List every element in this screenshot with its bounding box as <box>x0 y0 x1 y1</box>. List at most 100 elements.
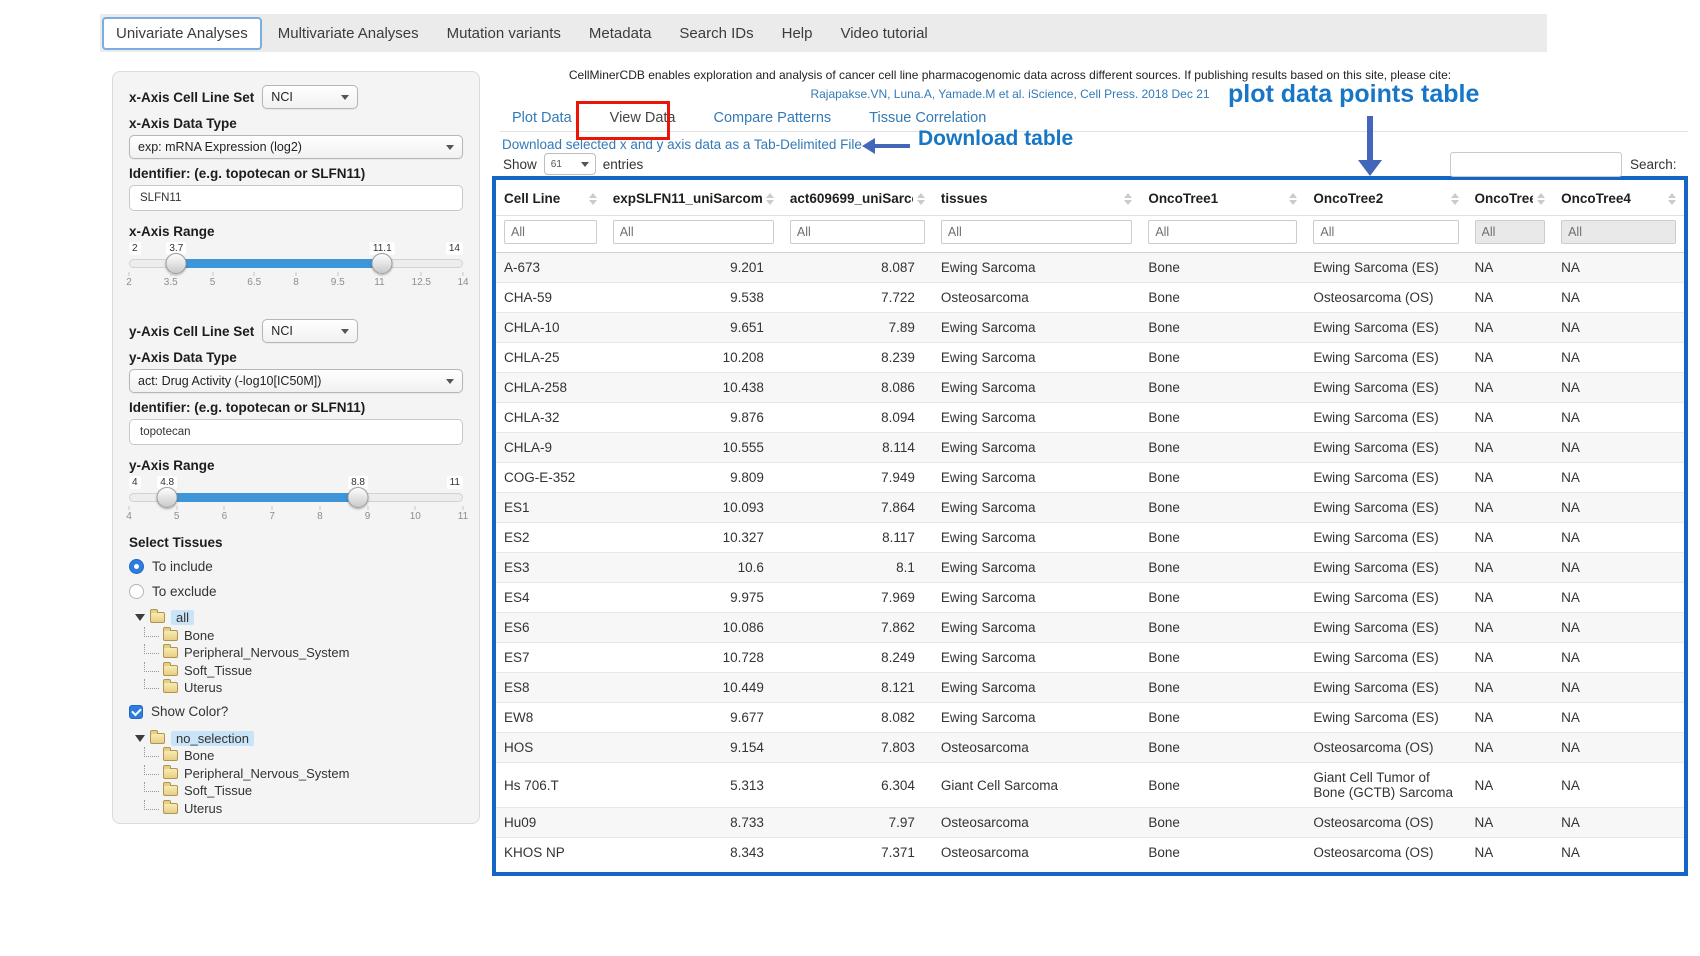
entries-count-select[interactable]: 61 <box>544 153 596 175</box>
subtab-plot-data[interactable]: Plot Data <box>512 110 572 126</box>
table-row[interactable]: CHLA-329.8768.094Ewing SarcomaBoneEwing … <box>496 403 1684 433</box>
table-cell: NA <box>1553 763 1684 808</box>
subtab-tissue-correlation[interactable]: Tissue Correlation <box>869 110 986 126</box>
column-header-oncotree3[interactable]: OncoTree3 <box>1467 180 1554 216</box>
table-cell: Osteosarcoma <box>933 838 1140 868</box>
table-row[interactable]: HOS9.1547.803OsteosarcomaBoneOsteosarcom… <box>496 733 1684 763</box>
table-row[interactable]: ES210.3278.117Ewing SarcomaBoneEwing Sar… <box>496 523 1684 553</box>
tissue-tree-node-uterus[interactable]: Uterus <box>135 679 463 697</box>
sort-icon[interactable] <box>917 193 925 205</box>
table-row[interactable]: Hu098.7337.97OsteosarcomaBoneOsteosarcom… <box>496 808 1684 838</box>
sort-icon[interactable] <box>1124 193 1132 205</box>
table-row[interactable]: EW89.6778.082Ewing SarcomaBoneEwing Sarc… <box>496 703 1684 733</box>
sort-icon[interactable] <box>589 193 597 205</box>
tab-search-ids[interactable]: Search IDs <box>665 17 767 50</box>
column-filter-act609699-unisarcoma[interactable] <box>790 220 925 244</box>
sort-icon[interactable] <box>1289 193 1297 205</box>
slider-handle-from[interactable] <box>157 487 178 508</box>
tree-expander-icon[interactable] <box>135 614 145 621</box>
tab-help[interactable]: Help <box>768 17 827 50</box>
tissue-tree-root-node[interactable]: all <box>135 609 463 627</box>
entries-label: entries <box>603 157 644 172</box>
tab-mutation-variants[interactable]: Mutation variants <box>433 17 575 50</box>
table-row[interactable]: ES110.0937.864Ewing SarcomaBoneEwing Sar… <box>496 493 1684 523</box>
column-header-oncotree4[interactable]: OncoTree4 <box>1553 180 1684 216</box>
column-filter-cell-line[interactable] <box>504 220 597 244</box>
radio-to-exclude[interactable]: To exclude <box>129 581 463 601</box>
tissue-tree-node-peripheral-nervous-system[interactable]: Peripheral_Nervous_System <box>135 644 463 662</box>
table-cell: Ewing Sarcoma <box>933 523 1140 553</box>
table-cell: 9.154 <box>605 733 782 763</box>
table-row[interactable]: ES49.9757.969Ewing SarcomaBoneEwing Sarc… <box>496 583 1684 613</box>
view-data-red-box-annotation <box>576 101 670 140</box>
tab-metadata[interactable]: Metadata <box>575 17 666 50</box>
sort-icon[interactable] <box>1537 193 1545 205</box>
show-color-row[interactable]: Show Color? <box>129 702 463 722</box>
table-row[interactable]: CHLA-2510.2088.239Ewing SarcomaBoneEwing… <box>496 343 1684 373</box>
tab-multivariate-analyses[interactable]: Multivariate Analyses <box>264 17 433 50</box>
column-filter-oncotree1[interactable] <box>1148 220 1297 244</box>
tab-univariate-analyses[interactable]: Univariate Analyses <box>102 17 262 50</box>
sort-icon[interactable] <box>766 193 774 205</box>
column-header-expslfn11-unisarcoma[interactable]: expSLFN11_uniSarcoma <box>605 180 782 216</box>
table-row[interactable]: ES810.4498.121Ewing SarcomaBoneEwing Sar… <box>496 673 1684 703</box>
column-header-tissues[interactable]: tissues <box>933 180 1140 216</box>
tissue-tree-node-soft-tissue[interactable]: Soft_Tissue <box>135 662 463 680</box>
x-range-slider[interactable]: 23.711.11423.556.589.51112.514 <box>129 242 463 288</box>
slider-handle-to[interactable] <box>372 253 393 274</box>
tree-expander-icon[interactable] <box>135 735 145 742</box>
tree-node-label: Bone <box>184 748 214 763</box>
slider-tick <box>463 506 464 510</box>
column-header-act609699-unisarcoma[interactable]: act609699_uniSarcoma <box>782 180 933 216</box>
column-header-cell-line[interactable]: Cell Line <box>496 180 605 216</box>
table-row[interactable]: Hs 706.T5.3136.304Giant Cell SarcomaBone… <box>496 763 1684 808</box>
table-row[interactable]: KHOS NP8.3437.371OsteosarcomaBoneOsteosa… <box>496 838 1684 868</box>
radio-to-include[interactable]: To include <box>129 556 463 576</box>
radio-icon[interactable] <box>129 584 144 599</box>
color-tree-root-node[interactable]: no_selection <box>135 730 463 748</box>
column-filter-expslfn11-unisarcoma[interactable] <box>613 220 774 244</box>
y-identifier-input[interactable] <box>129 419 463 445</box>
table-row[interactable]: ES710.7288.249Ewing SarcomaBoneEwing Sar… <box>496 643 1684 673</box>
tab-video-tutorial[interactable]: Video tutorial <box>826 17 941 50</box>
column-filter-tissues[interactable] <box>941 220 1132 244</box>
table-cell: Bone <box>1140 733 1305 763</box>
column-header-oncotree2[interactable]: OncoTree2 <box>1305 180 1466 216</box>
x-cell-line-set-select[interactable]: NCI <box>262 85 358 109</box>
slider-tick <box>254 272 255 276</box>
tree-connector <box>144 644 159 654</box>
slider-tick-label: 8 <box>293 277 299 288</box>
table-row[interactable]: COG-E-3529.8097.949Ewing SarcomaBoneEwin… <box>496 463 1684 493</box>
table-row[interactable]: CHA-599.5387.722OsteosarcomaBoneOsteosar… <box>496 283 1684 313</box>
radio-icon[interactable] <box>129 559 144 574</box>
table-row[interactable]: CHLA-109.6517.89Ewing SarcomaBoneEwing S… <box>496 313 1684 343</box>
search-input[interactable] <box>1450 152 1622 177</box>
table-cell: 8.114 <box>782 433 933 463</box>
table-row[interactable]: CHLA-910.5558.114Ewing SarcomaBoneEwing … <box>496 433 1684 463</box>
slider-tick-label: 6.5 <box>247 277 261 288</box>
column-filter-oncotree2[interactable] <box>1313 220 1458 244</box>
color-tree-node-peripheral-nervous-system[interactable]: Peripheral_Nervous_System <box>135 765 463 783</box>
color-tree-node-uterus[interactable]: Uterus <box>135 800 463 818</box>
tissue-tree-node-bone[interactable]: Bone <box>135 627 463 645</box>
color-tree-node-bone[interactable]: Bone <box>135 747 463 765</box>
table-row[interactable]: ES610.0867.862Ewing SarcomaBoneEwing Sar… <box>496 613 1684 643</box>
y-range-slider[interactable]: 44.88.8114567891011 <box>129 476 463 522</box>
table-cell: 7.722 <box>782 283 933 313</box>
y-cell-line-set-select[interactable]: NCI <box>262 319 358 343</box>
table-row[interactable]: ES310.68.1Ewing SarcomaBoneEwing Sarcoma… <box>496 553 1684 583</box>
table-row[interactable]: CHLA-25810.4388.086Ewing SarcomaBoneEwin… <box>496 373 1684 403</box>
download-tab-delimited-link[interactable]: Download selected x and y axis data as a… <box>502 137 862 152</box>
table-row[interactable]: A-6739.2018.087Ewing SarcomaBoneEwing Sa… <box>496 253 1684 283</box>
show-color-checkbox[interactable] <box>129 705 143 719</box>
column-header-oncotree1[interactable]: OncoTree1 <box>1140 180 1305 216</box>
color-tree-node-soft-tissue[interactable]: Soft_Tissue <box>135 782 463 800</box>
y-data-type-select[interactable]: act: Drug Activity (-log10[IC50M]) <box>129 369 463 393</box>
subtab-compare-patterns[interactable]: Compare Patterns <box>713 110 831 126</box>
sort-icon[interactable] <box>1668 193 1676 205</box>
slider-handle-from[interactable] <box>166 253 187 274</box>
slider-handle-to[interactable] <box>348 487 369 508</box>
sort-icon[interactable] <box>1451 193 1459 205</box>
x-data-type-select[interactable]: exp: mRNA Expression (log2) <box>129 135 463 159</box>
x-identifier-input[interactable] <box>129 185 463 211</box>
